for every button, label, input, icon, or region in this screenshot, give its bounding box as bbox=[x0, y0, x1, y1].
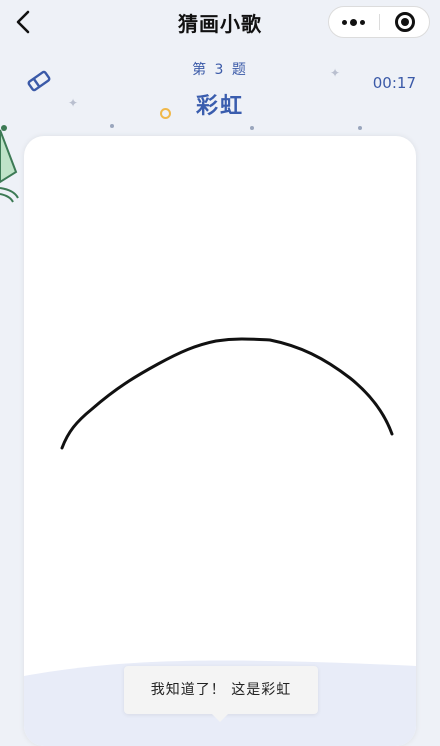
close-button[interactable] bbox=[380, 7, 430, 37]
side-illustration bbox=[0, 125, 19, 203]
nav-bar: 猜画小歌 bbox=[0, 0, 440, 44]
dot-decoration bbox=[250, 126, 254, 130]
sparkle-icon: ✦ bbox=[330, 66, 341, 80]
toast-tail bbox=[212, 714, 228, 722]
countdown-timer: 00:17 bbox=[372, 74, 416, 92]
answer-toast: 我知道了！ 这是彩虹 bbox=[124, 666, 318, 714]
sparkle-icon: ✦ bbox=[68, 96, 79, 110]
dot-decoration bbox=[110, 124, 114, 128]
mini-program-capsule bbox=[328, 6, 430, 38]
dot-decoration bbox=[358, 126, 362, 130]
more-button[interactable] bbox=[329, 7, 379, 37]
orange-ring-decoration bbox=[160, 108, 171, 119]
more-dots-icon bbox=[342, 20, 347, 25]
answer-word: 彩虹 bbox=[195, 94, 244, 119]
drawn-stroke bbox=[60, 337, 394, 450]
drawing-canvas[interactable] bbox=[24, 136, 416, 746]
